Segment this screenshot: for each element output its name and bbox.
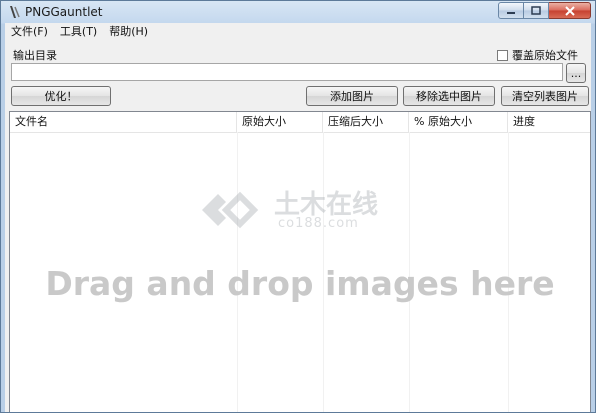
overwrite-label: 覆盖原始文件 [512,49,578,62]
column-header-progress[interactable]: 进度 [508,112,590,132]
client-area: 文件(F) 工具(T) 帮助(H) 输出目录 覆盖原始文件 ... 优化！ 添加… [5,23,591,412]
minimize-button[interactable] [498,2,524,19]
maximize-button[interactable] [524,2,549,19]
menu-help[interactable]: 帮助(H) [103,23,154,41]
app-icon [10,6,20,18]
watermark: 土木在线 co188.com [196,182,426,242]
menu-bar: 文件(F) 工具(T) 帮助(H) [5,23,591,41]
add-images-button[interactable]: 添加图片 [306,86,398,106]
remove-selected-button[interactable]: 移除选中图片 [403,86,495,106]
drop-hint: Drag and drop images here [45,264,555,303]
optimize-button[interactable]: 优化！ [11,86,111,106]
column-header-percent-original[interactable]: % 原始大小 [409,112,508,132]
watermark-subtext: co188.com [278,216,359,231]
overwrite-option[interactable]: 覆盖原始文件 [497,47,578,63]
close-button[interactable] [549,2,591,19]
column-header-original-size[interactable]: 原始大小 [237,112,323,132]
app-window: PNGGauntlet 文件(F) 工具(T) 帮助(H) 输出目录 覆盖原始文… [0,0,596,413]
maximize-icon [531,6,541,15]
minimize-icon [507,11,515,14]
close-icon [564,5,575,16]
window-title: PNGGauntlet [25,5,103,19]
menu-file[interactable]: 文件(F) [5,23,54,41]
image-list[interactable]: 文件名 原始大小 压缩后大小 % 原始大小 进度 土木在线 co188.com … [9,111,591,412]
watermark-logo-icon [202,191,259,229]
browse-button[interactable]: ... [566,63,586,83]
list-header: 文件名 原始大小 压缩后大小 % 原始大小 进度 [10,112,590,133]
caption-buttons [498,2,591,20]
title-bar[interactable]: PNGGauntlet [1,1,595,23]
output-dir-input[interactable] [11,63,563,81]
clear-list-button[interactable]: 清空列表图片 [501,86,589,106]
overwrite-checkbox[interactable] [497,49,508,61]
menu-tools[interactable]: 工具(T) [54,23,103,41]
output-dir-label: 输出目录 [13,49,57,62]
column-header-filename[interactable]: 文件名 [10,112,237,132]
column-header-compressed-size[interactable]: 压缩后大小 [323,112,409,132]
